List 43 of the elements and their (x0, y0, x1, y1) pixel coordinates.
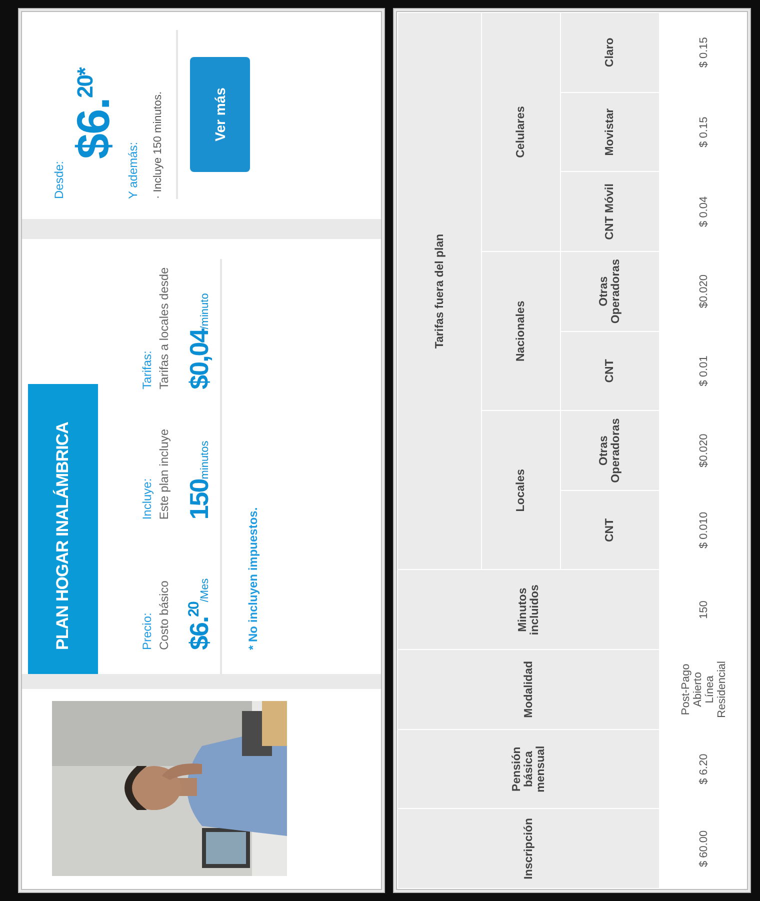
column-header: Claro (560, 12, 660, 92)
extras-item: · Incluye 150 minutos. (152, 90, 164, 199)
price-unit: minutos (199, 440, 211, 480)
extras-label: Y además: (126, 140, 140, 199)
plan-title: PLAN HOGAR INALÁMBRICA (28, 384, 98, 674)
table-cell: 150 (660, 570, 747, 650)
table-cell: $ 0.01 (660, 331, 747, 411)
table-cell: $ 0.15 (660, 12, 747, 92)
table-cell: Post-Pago Abierto Línea Residencial (660, 650, 747, 730)
column-header: Movistar (560, 92, 660, 172)
price-description: Este plan incluye (157, 428, 171, 520)
table-cell: $ 0.04 (660, 172, 747, 252)
table-cell: $0.020 (660, 252, 747, 332)
table-cell: $ 0.010 (660, 490, 747, 570)
price-amount: 150 (184, 479, 214, 520)
table-cell: $0.020 (660, 410, 747, 490)
column-header: CNT Móvil (560, 172, 660, 252)
price-description: Costo básico (157, 580, 171, 650)
column-header: Nacionales (482, 252, 560, 411)
price-label: Precio: (140, 612, 154, 650)
column-header: Pensión básica mensual (398, 729, 660, 809)
price-amount: $0,04 (184, 329, 214, 390)
table-cell: $ 60.00 (660, 808, 747, 888)
column-header: Minutos incluidos (398, 570, 660, 650)
column-header: Otras Operadoras (560, 252, 660, 332)
price-description: Tarifas a locales desde (157, 266, 171, 390)
from-label: Desde: (52, 160, 66, 199)
column-header: Inscripción (398, 808, 660, 888)
table-cell: $ 0.15 (660, 92, 747, 172)
column-header: Tarifas fuera del plan (398, 12, 482, 570)
price-unit: /Mes (199, 578, 211, 602)
column-header: CNT (560, 490, 660, 570)
price-label: Tarifas: (140, 350, 154, 390)
column-header: Locales (482, 410, 560, 570)
column-header: Modalidad (398, 650, 660, 730)
tax-footnote: * No incluyen impuestos. (246, 506, 260, 650)
table-cell: $ 6.20 (660, 729, 747, 809)
more-button[interactable]: Ver más (190, 57, 250, 172)
price-unit: /minuto (199, 293, 211, 330)
column-header: Otras Operadoras (560, 410, 660, 490)
price-label: Incluye: (140, 477, 154, 520)
column-header: Celulares (482, 12, 560, 252)
column-header: CNT (560, 331, 660, 411)
